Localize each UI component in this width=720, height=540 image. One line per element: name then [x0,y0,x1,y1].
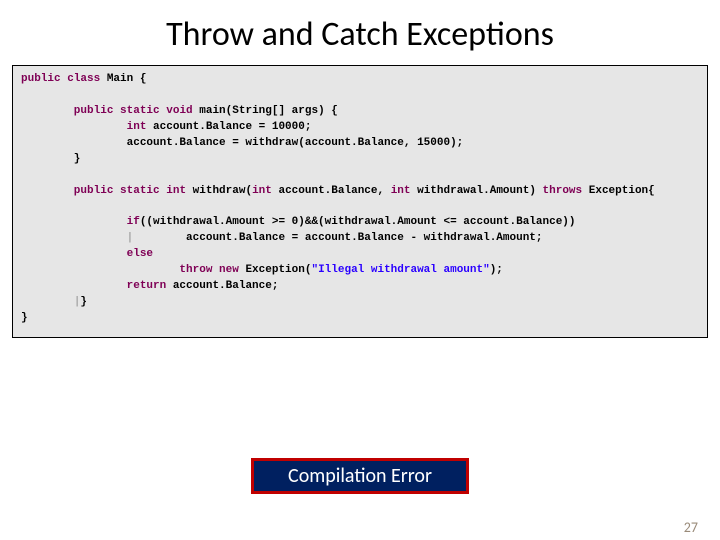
code-text: withdrawal.Amount) [411,185,543,197]
kw-else: else [21,248,153,260]
badge-container: Compilation Error [0,458,720,494]
code-indent [21,232,127,244]
kw-int: int [160,185,186,197]
kw-static: static [113,185,159,197]
code-text: account.Balance; [166,280,278,292]
code-text: ); [490,264,503,276]
kw-new: new [212,264,238,276]
kw-if: if [21,216,140,228]
code-indent [21,296,74,308]
kw-throw: throw [21,264,212,276]
code-text: Exception( [239,264,312,276]
kw-static: static [113,105,159,117]
kw-void: void [160,105,193,117]
code-text: Main { [100,73,146,85]
kw-int: int [384,185,410,197]
code-text: main(String[] args) { [193,105,338,117]
code-text: withdraw( [186,185,252,197]
kw-class: class [61,73,101,85]
code-text: } [21,312,28,324]
slide: Throw and Catch Exceptions public class … [0,14,720,540]
error-badge: Compilation Error [251,458,469,494]
code-text: Exception{ [582,185,655,197]
code-text: } [80,296,87,308]
kw-int: int [252,185,272,197]
kw-public: public [21,105,113,117]
page-number: 27 [684,519,698,536]
kw-throws: throws [543,185,583,197]
slide-title: Throw and Catch Exceptions [0,14,720,55]
code-text: } [21,153,80,165]
code-text: account.Balance = account.Balance - with… [133,232,542,244]
string-literal: "Illegal withdrawal amount" [311,264,489,276]
code-text: account.Balance = 10000; [146,121,311,133]
code-text: account.Balance, [272,185,384,197]
code-block: public class Main { public static void m… [12,65,708,338]
kw-public: public [21,185,113,197]
kw-public: public [21,73,61,85]
code-text: ((withdrawal.Amount >= 0)&&(withdrawal.A… [140,216,576,228]
kw-return: return [21,280,166,292]
kw-int: int [21,121,146,133]
code-text: account.Balance = withdraw(account.Balan… [21,137,463,149]
